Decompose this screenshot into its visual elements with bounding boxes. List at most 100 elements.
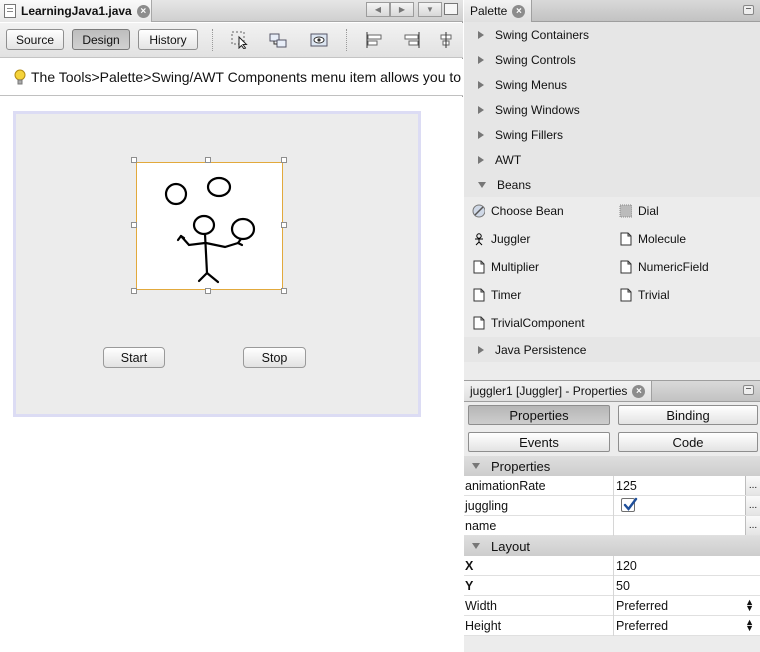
align-left-icon[interactable] [365, 31, 385, 49]
lightbulb-icon [14, 69, 26, 85]
minimize-icon[interactable] [743, 385, 754, 395]
minimize-icon[interactable] [743, 5, 754, 15]
events-button[interactable]: Events [468, 432, 610, 452]
palette-item[interactable]: NumericField [619, 256, 709, 278]
resize-handle[interactable] [281, 222, 287, 228]
expand-icon [478, 55, 484, 64]
edit-button[interactable]: ... [745, 476, 760, 495]
properties-tab[interactable]: juggler1 [Juggler] - Properties × [464, 381, 653, 401]
palette-item[interactable]: Juggler [472, 228, 530, 250]
resize-handle[interactable] [281, 288, 287, 294]
palette-category[interactable]: Swing Windows [464, 97, 760, 122]
spinner-icon[interactable]: ▲ ▼ [745, 618, 754, 633]
toolbar-separator [212, 29, 213, 51]
palette-category[interactable]: AWT [464, 147, 760, 172]
juggling-checkbox[interactable] [621, 497, 638, 512]
property-row[interactable]: animationRate 125 ... [464, 476, 760, 496]
source-button[interactable]: Source [6, 29, 64, 50]
editor-tab-bar: LearningJava1.java × ◀ ▶ ▼ [0, 0, 463, 22]
design-button[interactable]: Design [72, 29, 130, 50]
dial-icon [619, 204, 632, 218]
palette-category[interactable]: Swing Menus [464, 72, 760, 97]
palette-item[interactable]: Dial [619, 200, 659, 222]
expand-icon [478, 105, 484, 114]
edit-button[interactable]: ... [745, 516, 760, 535]
align-center-icon[interactable] [436, 31, 456, 49]
selection-mode-icon[interactable] [230, 31, 250, 49]
scroll-right-icon[interactable]: ▶ [390, 2, 414, 17]
property-row[interactable]: name ... [464, 516, 760, 536]
code-button[interactable]: Code [618, 432, 758, 452]
chevron-down-icon[interactable]: ▼ [418, 2, 442, 17]
scroll-left-icon[interactable]: ◀ [366, 2, 390, 17]
design-toolbar: Source Design History [0, 23, 463, 58]
document-icon [619, 288, 632, 302]
close-icon[interactable]: × [512, 4, 526, 18]
resize-handle[interactable] [281, 157, 287, 163]
collapse-icon [478, 181, 486, 188]
document-icon [472, 288, 485, 302]
palette-tab[interactable]: Palette × [464, 0, 533, 22]
property-row[interactable]: juggling ... [464, 496, 760, 516]
tab-navigation: ◀ ▶ [366, 2, 414, 17]
expand-icon [478, 130, 484, 139]
collapse-icon [472, 463, 480, 469]
expand-icon [478, 30, 484, 39]
hint-text: The Tools>Palette>Swing/AWT Components m… [31, 69, 462, 85]
expand-icon [478, 345, 484, 354]
choose-bean-icon [472, 204, 485, 218]
right-pane: Palette × Swing Containers Swing Control… [464, 0, 760, 652]
juggler-bean[interactable] [136, 162, 283, 290]
start-button[interactable]: Start [103, 347, 165, 368]
document-icon [472, 316, 485, 330]
layout-section[interactable]: Layout [464, 536, 760, 556]
juggler-icon [472, 232, 485, 246]
checkmark-icon [623, 497, 638, 511]
close-icon[interactable]: × [632, 384, 646, 398]
palette-category[interactable]: Swing Fillers [464, 122, 760, 147]
palette-item[interactable]: Molecule [619, 228, 686, 250]
expand-icon [478, 80, 484, 89]
toolbar-separator [346, 29, 347, 51]
resize-handle[interactable] [205, 157, 211, 163]
property-row[interactable]: Width Preferred ▲ ▼ [464, 596, 760, 616]
palette-filler [464, 362, 760, 380]
properties-button[interactable]: Properties [468, 405, 610, 425]
palette-item[interactable]: TrivialComponent [472, 312, 585, 334]
preview-design-icon[interactable] [309, 31, 329, 49]
editor-tab[interactable]: LearningJava1.java × [0, 0, 152, 22]
palette-item[interactable]: Multiplier [472, 256, 539, 278]
maximize-icon[interactable] [444, 3, 458, 15]
stop-button[interactable]: Stop [243, 347, 306, 368]
properties-filler [464, 636, 760, 652]
palette-item[interactable]: Trivial [619, 284, 670, 306]
resize-handle[interactable] [131, 157, 137, 163]
document-icon [472, 260, 485, 274]
connection-mode-icon[interactable] [268, 31, 288, 49]
document-icon [619, 260, 632, 274]
close-icon[interactable]: × [136, 4, 150, 18]
property-row[interactable]: Height Preferred ▲ ▼ [464, 616, 760, 636]
property-row[interactable]: Y 50 [464, 576, 760, 596]
collapse-icon [472, 543, 480, 549]
align-right-icon[interactable] [401, 31, 421, 49]
property-row[interactable]: X 120 [464, 556, 760, 576]
palette-category[interactable]: Java Persistence [464, 337, 760, 362]
expand-icon [478, 155, 484, 164]
palette-item[interactable]: Choose Bean [472, 200, 564, 222]
palette-category[interactable]: Swing Containers [464, 22, 760, 47]
palette-category[interactable]: Swing Controls [464, 47, 760, 72]
resize-handle[interactable] [131, 288, 137, 294]
palette-item[interactable]: Timer [472, 284, 521, 306]
binding-button[interactable]: Binding [618, 405, 758, 425]
resize-handle[interactable] [131, 222, 137, 228]
properties-section[interactable]: Properties [464, 456, 760, 476]
palette-title: Palette [470, 4, 508, 18]
java-file-icon [4, 4, 16, 18]
edit-button[interactable]: ... [745, 496, 760, 515]
resize-handle[interactable] [205, 288, 211, 294]
palette-category-beans[interactable]: Beans [464, 172, 760, 197]
history-button[interactable]: History [138, 29, 198, 50]
spinner-icon[interactable]: ▲ ▼ [745, 598, 754, 613]
editor-pane: LearningJava1.java × ◀ ▶ ▼ Source Design… [0, 0, 463, 652]
